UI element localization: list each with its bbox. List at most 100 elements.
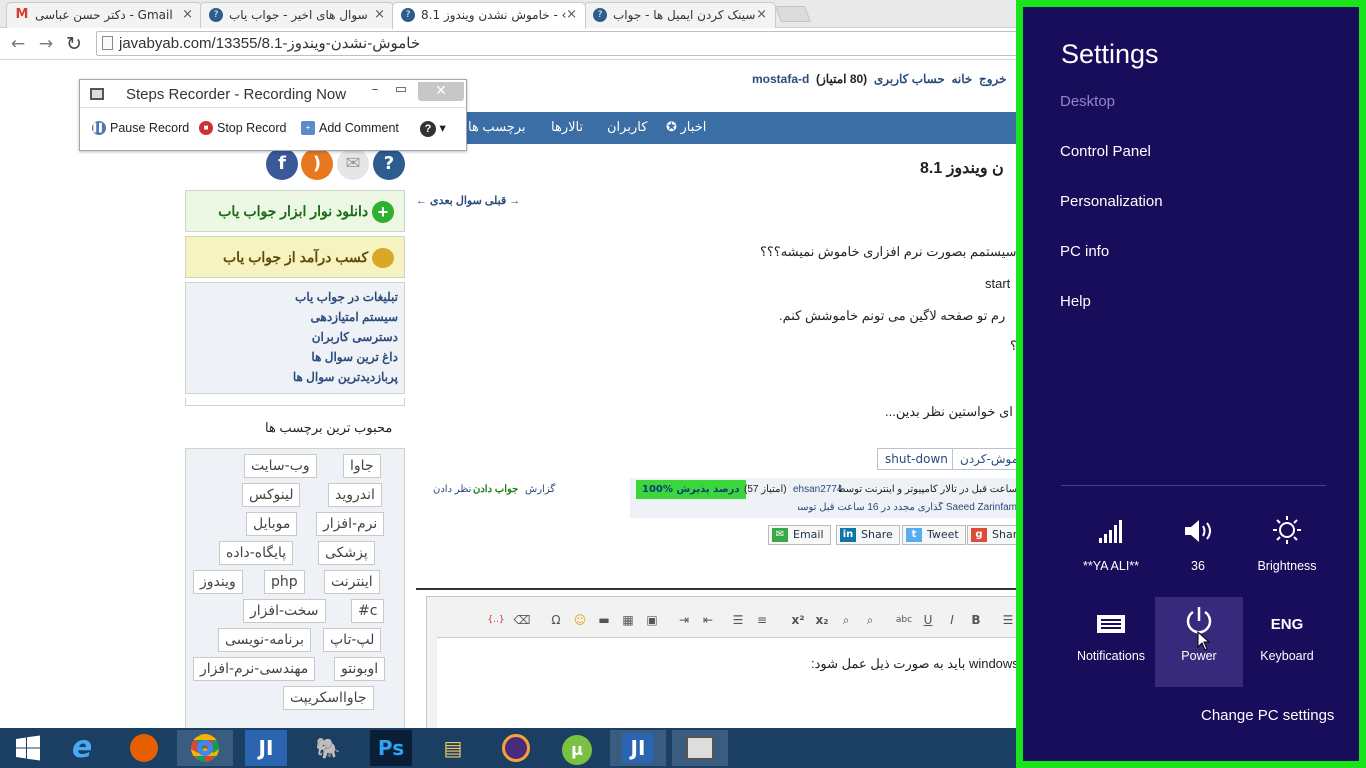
tag-laptop[interactable]: لپ-تاپ: [323, 628, 382, 652]
tab-active-question[interactable]: ? خاموش نشدن ویندوز 8.1 - ‹ ×: [392, 2, 586, 29]
change-pc-settings-link[interactable]: Change PC settings: [1201, 707, 1334, 724]
stop-record-button[interactable]: ■ Stop Record: [199, 118, 286, 138]
close-icon[interactable]: ×: [182, 3, 193, 27]
bold-icon[interactable]: B: [967, 611, 985, 629]
username-link[interactable]: mostafa-d: [752, 72, 809, 86]
nav-tags[interactable]: برچسب ها: [468, 119, 526, 135]
tag-software[interactable]: نرم-افزار: [316, 512, 385, 536]
source-code-icon[interactable]: {..}: [487, 611, 505, 629]
spellcheck-icon[interactable]: abc: [895, 611, 913, 629]
utorrent-icon[interactable]: µ: [549, 730, 605, 766]
sidebar-link-points[interactable]: سیستم امتیازدهی: [186, 307, 398, 327]
tag-java[interactable]: جاوا: [343, 454, 381, 478]
address-bar[interactable]: javabyab.com/13355/8.1-خاموش-نشدن-ویندوز: [96, 31, 1056, 56]
control-panel-link[interactable]: Control Panel: [1060, 143, 1151, 160]
omega-icon[interactable]: Ω: [547, 611, 565, 629]
pc-info-link[interactable]: PC info: [1060, 243, 1109, 260]
pause-record-button[interactable]: ▌▌ Pause Record: [92, 118, 189, 138]
file-explorer-icon[interactable]: ▤: [425, 730, 481, 766]
subscript-icon[interactable]: x₂: [813, 611, 831, 629]
tag-website[interactable]: وب-سایت: [244, 454, 317, 478]
image-icon[interactable]: ▣: [643, 611, 661, 629]
minimize-button[interactable]: –: [366, 82, 384, 100]
eraser-icon[interactable]: ⌫: [513, 611, 531, 629]
superscript-icon[interactable]: x²: [789, 611, 807, 629]
tag-javascript[interactable]: جاوااسکریپت: [283, 686, 374, 710]
horizontal-line-icon[interactable]: ▬: [595, 611, 613, 629]
new-tab-button[interactable]: [775, 6, 811, 22]
notifications-tile[interactable]: Notifications: [1067, 597, 1155, 687]
bullet-list-icon[interactable]: ☰: [729, 611, 747, 629]
postgres-icon[interactable]: 🐘: [300, 730, 356, 766]
facebook-icon[interactable]: f: [266, 148, 298, 180]
close-icon[interactable]: ×: [756, 3, 767, 27]
tag-programming[interactable]: برنامه-نویسی: [218, 628, 312, 652]
linkedin-share-button[interactable]: in Share: [836, 525, 900, 545]
sidebar-link-access[interactable]: دسترسی کاربران: [186, 327, 398, 347]
rss-icon[interactable]: ): [301, 148, 333, 180]
tag-linux[interactable]: لینوکس: [242, 483, 301, 507]
network-tile[interactable]: **YA ALI**: [1067, 507, 1155, 597]
tag-database[interactable]: پایگاه-داده: [219, 541, 294, 565]
download-toolbar-link[interactable]: + دانلود نوار ابزار جواب یاب: [185, 190, 405, 232]
steps-recorder-taskbar-icon[interactable]: [672, 730, 728, 766]
tag-internet[interactable]: اینترنت: [324, 570, 380, 594]
photoshop-icon[interactable]: Ps: [370, 730, 412, 766]
table-icon[interactable]: ▦: [619, 611, 637, 629]
indent-icon[interactable]: ⇥: [675, 611, 693, 629]
steps-recorder-titlebar[interactable]: Steps Recorder - Recording Now – ▭ ✕: [80, 80, 466, 108]
nav-users[interactable]: کاربران: [607, 119, 647, 135]
tag-php[interactable]: php: [264, 570, 305, 594]
sidebar-link-most-viewed[interactable]: پربازدیدترین سوال ها: [186, 367, 398, 387]
reload-button[interactable]: ↻: [62, 32, 86, 56]
sidebar-link-ads[interactable]: تبلیغات در جواب یاب: [186, 287, 398, 307]
tag-windows[interactable]: ویندوز: [193, 570, 243, 594]
help-icon[interactable]: ?: [373, 148, 405, 180]
tag-android[interactable]: اندروید: [328, 483, 382, 507]
close-icon[interactable]: ×: [374, 3, 385, 27]
jetbrains-2-icon[interactable]: JI: [610, 730, 666, 766]
google-plus-share-button[interactable]: g Shar: [967, 525, 1019, 545]
underline-icon[interactable]: U: [919, 611, 937, 629]
eclipse-icon[interactable]: [488, 730, 544, 766]
help-link[interactable]: Help: [1060, 293, 1091, 310]
tag-csharp[interactable]: c#: [351, 599, 385, 623]
italic-icon[interactable]: I: [943, 611, 961, 629]
smiley-icon[interactable]: ☺: [571, 611, 589, 629]
report-link[interactable]: گزارش: [525, 484, 555, 495]
start-icon[interactable]: [0, 730, 56, 766]
tab-gmail[interactable]: M دکتر حسن عباسی - Gmail ×: [6, 2, 202, 28]
volume-tile[interactable]: 36: [1154, 507, 1242, 597]
prev-next-links[interactable]: → قبلی سوال بعدی ←: [416, 194, 520, 207]
tweet-button[interactable]: t Tweet: [902, 525, 966, 545]
tag-ubuntu[interactable]: اوبونتو: [334, 657, 386, 681]
earn-money-link[interactable]: کسب درآمد از جواب یاب: [185, 236, 405, 278]
keyboard-tile[interactable]: ENG Keyboard: [1243, 597, 1331, 687]
logout-link[interactable]: خروج: [979, 72, 1007, 86]
email-share-button[interactable]: ✉ Email: [768, 525, 831, 545]
tab-sync-email[interactable]: ? سینک کردن ایمیل ها - جواب ×: [584, 2, 776, 28]
help-button[interactable]: ? ▾: [420, 118, 446, 138]
firefox-icon[interactable]: [116, 730, 172, 766]
back-button[interactable]: ←: [6, 32, 30, 56]
question-tag-shutdown[interactable]: shut-down: [877, 448, 956, 470]
tag-medicine[interactable]: پزشکی: [318, 541, 375, 565]
outdent-icon[interactable]: ⇤: [699, 611, 717, 629]
close-icon[interactable]: ×: [566, 3, 577, 27]
find-icon[interactable]: ⌕: [837, 611, 855, 629]
home-link[interactable]: خانه: [951, 72, 972, 86]
nav-forums[interactable]: تالارها: [551, 119, 583, 135]
close-button[interactable]: ✕: [418, 82, 464, 101]
comment-link[interactable]: نظر دادن: [433, 484, 471, 495]
nav-news[interactable]: ✪ اخبار: [666, 119, 706, 135]
maximize-button[interactable]: ▭: [392, 82, 410, 100]
jetbrains-icon[interactable]: JI: [245, 730, 287, 766]
tag-mobile[interactable]: موبایل: [246, 512, 298, 536]
brightness-tile[interactable]: Brightness: [1243, 507, 1331, 597]
numbered-list-icon[interactable]: ≡: [753, 611, 771, 629]
personalization-link[interactable]: Personalization: [1060, 193, 1163, 210]
replace-icon[interactable]: ⌕: [861, 611, 879, 629]
align-icon[interactable]: ☰: [999, 611, 1017, 629]
sidebar-link-hot[interactable]: داغ ترین سوال ها: [186, 347, 398, 367]
internet-explorer-icon[interactable]: e: [54, 730, 110, 766]
